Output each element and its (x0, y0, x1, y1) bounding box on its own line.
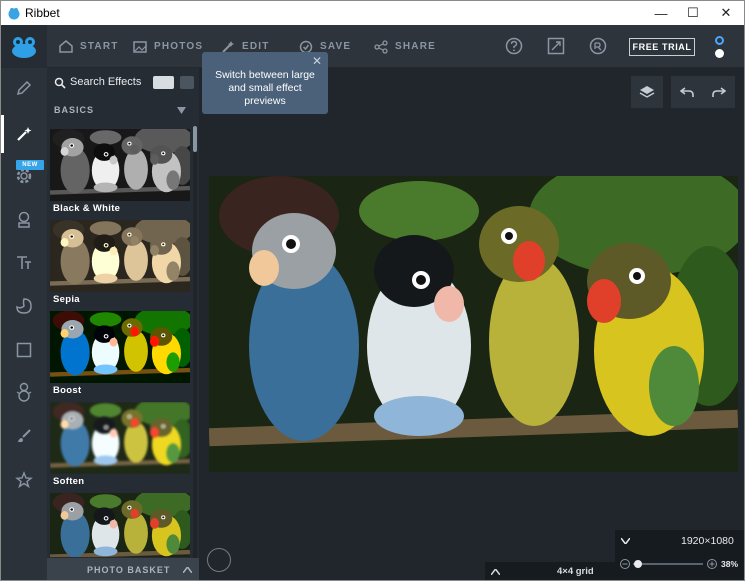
maximize-button[interactable]: ☐ (676, 1, 710, 25)
top-toolbar: START PHOTOS EDIT SAVE SHARE FREE TRIAL (1, 25, 744, 68)
basics-section-header[interactable]: BASICS (47, 100, 193, 122)
home-icon (59, 40, 73, 53)
grid-bar[interactable]: 4×4 grid (485, 562, 615, 580)
text-icon[interactable] (14, 253, 34, 273)
tab-start[interactable]: START (59, 25, 119, 68)
grid-label: 4×4 grid (557, 566, 594, 577)
snowman-icon[interactable] (14, 382, 34, 402)
magic-wand-icon[interactable] (14, 124, 34, 144)
tooltip-line: Switch between large (215, 69, 315, 81)
small-previews-toggle[interactable] (180, 76, 194, 89)
effect-thumbnail (50, 311, 190, 383)
effect-next[interactable] (50, 493, 190, 557)
tooltip-line: previews (244, 95, 286, 107)
effect-sepia[interactable]: Sepia (50, 220, 190, 305)
pencil-icon[interactable] (14, 78, 34, 98)
effect-thumbnail (50, 129, 190, 201)
circle-tool-button[interactable] (207, 548, 231, 572)
tab-save-label: SAVE (320, 41, 352, 52)
effect-thumbnail (50, 493, 190, 557)
preview-size-tooltip: ✕ Switch between large and small effect … (202, 52, 328, 114)
frame-icon[interactable] (14, 340, 34, 360)
effects-scroll-thumb[interactable] (193, 126, 197, 152)
account-icon[interactable] (589, 37, 607, 55)
title-bar: Ribbet — ☐ ✕ (1, 1, 744, 25)
zoom-panel: 1920×1080 38% (615, 530, 744, 580)
active-tool-indicator (1, 115, 4, 153)
ribbet-frog-icon (8, 8, 20, 20)
tab-edit-label: EDIT (242, 41, 270, 52)
palette-icon[interactable] (14, 296, 34, 316)
large-previews-toggle[interactable] (153, 76, 174, 89)
undo-icon[interactable] (680, 85, 694, 99)
ribbet-logo[interactable] (1, 25, 47, 68)
close-icon[interactable]: ✕ (312, 55, 322, 68)
effect-soften[interactable]: Soften (50, 402, 190, 487)
app-window: Ribbet — ☐ ✕ START PHOTOS EDIT SAVE SHAR… (0, 0, 745, 581)
minimize-button[interactable]: — (644, 1, 678, 25)
layers-button[interactable] (631, 76, 663, 108)
fullscreen-icon[interactable] (547, 37, 565, 55)
tab-photos-label: PHOTOS (154, 41, 204, 52)
left-tool-rail (1, 68, 47, 580)
effects-scrollbar[interactable] (193, 126, 197, 580)
chevron-up-icon (183, 567, 192, 573)
search-effects-label: Search Effects (70, 76, 142, 88)
photo-canvas: 4×4 grid 1920×1080 38% (199, 68, 744, 580)
chevron-down-icon[interactable] (621, 538, 630, 544)
tab-share[interactable]: SHARE (374, 25, 436, 68)
stamp-icon[interactable] (14, 210, 34, 230)
search-effects[interactable]: Search Effects (47, 68, 199, 98)
effect-name: Sepia (53, 294, 80, 305)
photo-icon (133, 40, 147, 53)
layers-icon (639, 86, 655, 98)
chevron-down-icon (177, 107, 186, 114)
search-icon (54, 77, 66, 89)
effect-thumbnail (50, 220, 190, 292)
image-size: 1920×1080 (681, 535, 734, 547)
basics-label: BASICS (54, 105, 95, 115)
tooltip-line: and small effect (228, 82, 302, 94)
effect-black-white[interactable]: Black & White (50, 129, 190, 214)
help-icon[interactable] (505, 37, 523, 55)
window-title: Ribbet (25, 6, 60, 20)
effect-name: Black & White (53, 203, 121, 214)
effect-boost[interactable]: Boost (50, 311, 190, 396)
star-icon[interactable] (14, 470, 34, 490)
effects-panel: Search Effects BASICS Black & White Sepi… (47, 68, 199, 580)
effect-name: Boost (53, 385, 82, 396)
tab-photos[interactable]: PHOTOS (133, 25, 203, 68)
theme-dot-dark[interactable] (715, 36, 724, 45)
zoom-percent: 38% (721, 559, 739, 569)
lovebirds-photo[interactable] (209, 176, 738, 472)
tab-start-label: START (80, 41, 119, 52)
tab-share-label: SHARE (395, 41, 437, 52)
zoom-slider[interactable] (619, 558, 719, 570)
brush-icon[interactable] (14, 426, 34, 446)
photo-basket-bar[interactable]: PHOTO BASKET (47, 558, 199, 580)
chevron-up-icon (491, 569, 500, 575)
new-badge: NEW (16, 160, 44, 170)
history-buttons (671, 76, 735, 108)
photo-basket-label: PHOTO BASKET (87, 565, 171, 575)
effect-name: Soften (53, 476, 85, 487)
redo-icon[interactable] (712, 85, 726, 99)
theme-dot-light[interactable] (715, 49, 724, 58)
close-window-button[interactable]: ✕ (709, 1, 743, 25)
share-icon (374, 39, 388, 54)
frog-logo-icon (12, 36, 36, 58)
effect-thumbnail (50, 402, 190, 474)
free-trial-button[interactable]: FREE TRIAL (629, 38, 695, 56)
